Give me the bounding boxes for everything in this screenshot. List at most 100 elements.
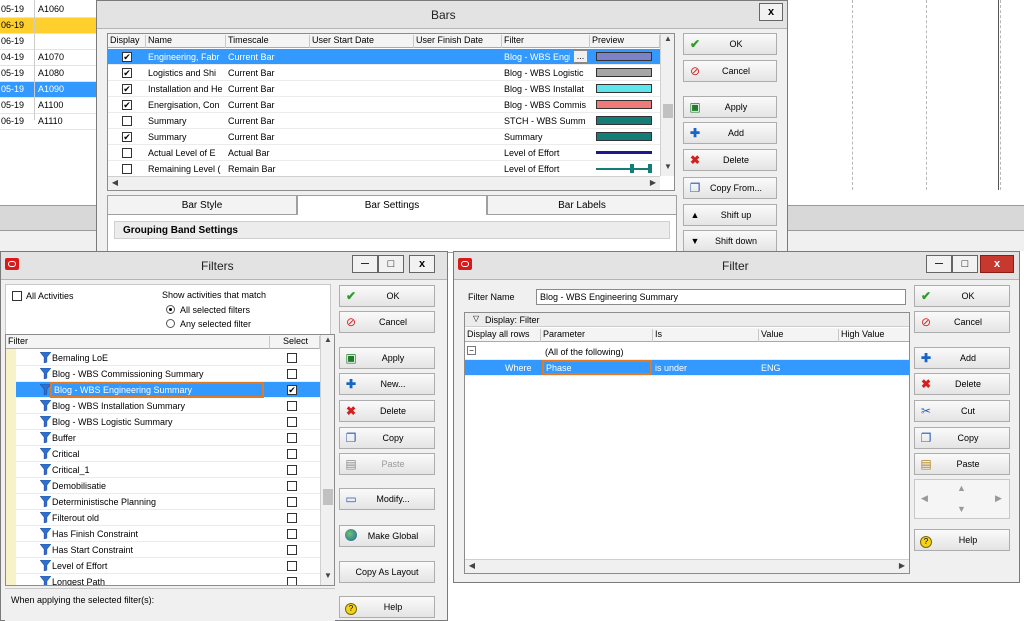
bar-row[interactable]: Remaining Level (Remain Bar Level of Effo… <box>108 161 660 177</box>
display-checkbox[interactable] <box>122 148 132 158</box>
select-checkbox[interactable]: ✔ <box>287 385 297 395</box>
bar-name[interactable]: Installation and He <box>148 84 224 94</box>
col-high-value[interactable]: High Value <box>841 329 909 342</box>
bar-row[interactable]: ✔ Installation and He Current Bar Blog - WB… <box>108 81 660 97</box>
filter-row[interactable]: Critical_1 <box>6 462 320 478</box>
select-checkbox[interactable] <box>287 529 297 539</box>
col-user-finish-date[interactable]: User Finish Date <box>414 35 502 48</box>
bar-filter[interactable]: Summary <box>504 132 588 142</box>
criteria-group-row[interactable]: − (All of the following) <box>465 344 909 360</box>
bar-filter[interactable]: Blog - WBS Engir <box>504 52 570 62</box>
select-checkbox[interactable] <box>287 353 297 363</box>
filters-close-button[interactable]: x <box>409 255 435 273</box>
col-user-start-date[interactable]: User Start Date <box>310 35 414 48</box>
bar-name[interactable]: Engineering, Fabr <box>148 52 224 62</box>
bars-vertical-scrollbar[interactable]: ▲ ▼ <box>660 34 674 176</box>
bar-name[interactable]: Actual Level of E <box>148 148 224 158</box>
display-checkbox[interactable]: ✔ <box>122 84 132 94</box>
scroll-thumb[interactable] <box>323 489 333 505</box>
filter-row[interactable]: Blog - WBS Commissioning Summary <box>6 366 320 382</box>
bar-filter[interactable]: Blog - WBS Commis <box>504 100 588 110</box>
filter-row[interactable]: Bemaling LoE <box>6 350 320 366</box>
filters-apply-button[interactable]: ▣ Apply <box>339 347 435 369</box>
bars-shift-up-button[interactable]: ▲ Shift up <box>683 204 777 226</box>
bars-copy-from-button[interactable]: ❐ Copy From... <box>683 177 777 199</box>
col-display[interactable]: Display <box>108 35 146 48</box>
select-checkbox[interactable] <box>287 401 297 411</box>
col-name[interactable]: Name <box>146 35 226 48</box>
scroll-down-arrow[interactable]: ▼ <box>321 571 334 585</box>
filter-row[interactable]: Level of Effort <box>6 558 320 574</box>
filter-name[interactable]: Bemaling LoE <box>50 352 264 365</box>
filter-delete-button[interactable]: ✖ Delete <box>914 373 1010 395</box>
filter-cut-button[interactable]: ✂ Cut <box>914 400 1010 422</box>
col-filter[interactable]: Filter <box>502 35 590 48</box>
bars-close-button[interactable]: x <box>759 3 783 21</box>
display-checkbox[interactable] <box>122 164 132 174</box>
col-select[interactable]: Select <box>270 336 320 349</box>
bars-shift-down-button[interactable]: ▼ Shift down <box>683 230 777 252</box>
select-checkbox[interactable] <box>287 577 297 585</box>
filters-maximize-button[interactable]: □ <box>378 255 404 273</box>
bar-filter[interactable]: STCH - WBS Summ <box>504 116 588 126</box>
filters-paste-button[interactable]: ▤ Paste <box>339 453 435 475</box>
filters-ok-button[interactable]: ✔ OK <box>339 285 435 307</box>
filter-row[interactable]: Blog - WBS Logistic Summary <box>6 414 320 430</box>
bar-row[interactable]: Actual Level of E Actual Bar Level of Effo… <box>108 145 660 161</box>
filter-minimize-button[interactable]: — <box>926 255 952 273</box>
filter-close-button[interactable]: x <box>980 255 1014 273</box>
radio-any-selected[interactable] <box>166 319 175 328</box>
tab-bar-style[interactable]: Bar Style <box>107 195 297 215</box>
col-filter-name[interactable]: Filter <box>6 336 270 349</box>
scroll-up-arrow[interactable]: ▲ <box>321 335 334 349</box>
select-checkbox[interactable] <box>287 481 297 491</box>
filters-new-button[interactable]: ✚ New... <box>339 373 435 395</box>
bar-row[interactable]: ✔ Summary Current Bar Summary <box>108 129 660 145</box>
bars-horizontal-scrollbar[interactable]: ◀ ▶ <box>108 176 660 190</box>
filter-row[interactable]: Blog - WBS Installation Summary <box>6 398 320 414</box>
filter-row[interactable]: Buffer <box>6 430 320 446</box>
filters-make-global-button[interactable]: Make Global <box>339 525 435 547</box>
filter-name[interactable]: Has Finish Constraint <box>50 528 264 541</box>
bar-timescale[interactable]: Current Bar <box>228 68 308 78</box>
bar-timescale[interactable]: Current Bar <box>228 52 308 62</box>
filter-name[interactable]: Critical <box>50 448 264 461</box>
filters-copy-as-layout-button[interactable]: Copy As Layout <box>339 561 435 583</box>
filters-delete-button[interactable]: ✖ Delete <box>339 400 435 422</box>
bar-filter[interactable]: Blog - WBS Logistic <box>504 68 588 78</box>
bar-timescale[interactable]: Remain Bar <box>228 164 308 174</box>
filter-maximize-button[interactable]: □ <box>952 255 978 273</box>
filter-name[interactable]: Buffer <box>50 432 264 445</box>
filter-name[interactable]: Filterout old <box>50 512 264 525</box>
bar-name[interactable]: Remaining Level ( <box>148 164 224 174</box>
filter-row[interactable]: Filterout old <box>6 510 320 526</box>
filter-paste-button[interactable]: ▤ Paste <box>914 453 1010 475</box>
col-timescale[interactable]: Timescale <box>226 35 310 48</box>
bar-name[interactable]: Summary <box>148 132 224 142</box>
filters-help-button[interactable]: ? Help <box>339 596 435 618</box>
bar-name[interactable]: Energisation, Con <box>148 100 224 110</box>
bar-row[interactable]: ✔ Energisation, Con Current Bar Blog - WBS … <box>108 97 660 113</box>
filter-cancel-button[interactable]: ⊘ Cancel <box>914 311 1010 333</box>
filter-row[interactable]: Demobilisatie <box>6 478 320 494</box>
scroll-right-arrow[interactable]: ▶ <box>646 177 660 190</box>
filter-name-input[interactable]: Blog - WBS Engineering Summary <box>536 289 906 305</box>
collapse-toggle-icon[interactable]: − <box>467 346 476 355</box>
criteria-is[interactable]: is under <box>655 363 687 373</box>
filters-minimize-button[interactable]: — <box>352 255 378 273</box>
filter-name[interactable]: Longest Path <box>50 576 264 585</box>
arrow-down-icon[interactable]: ▼ <box>957 504 966 514</box>
select-checkbox[interactable] <box>287 497 297 507</box>
select-checkbox[interactable] <box>287 369 297 379</box>
filter-name[interactable]: Level of Effort <box>50 560 264 573</box>
radio-all-selected[interactable] <box>166 305 175 314</box>
col-value[interactable]: Value <box>761 329 839 342</box>
bar-name[interactable]: Summary <box>148 116 224 126</box>
col-is[interactable]: Is <box>655 329 759 342</box>
filters-cancel-button[interactable]: ⊘ Cancel <box>339 311 435 333</box>
select-checkbox[interactable] <box>287 545 297 555</box>
bar-filter[interactable]: Blog - WBS Installat <box>504 84 588 94</box>
display-checkbox[interactable] <box>122 116 132 126</box>
select-checkbox[interactable] <box>287 465 297 475</box>
scroll-left-arrow[interactable]: ◀ <box>108 177 122 190</box>
